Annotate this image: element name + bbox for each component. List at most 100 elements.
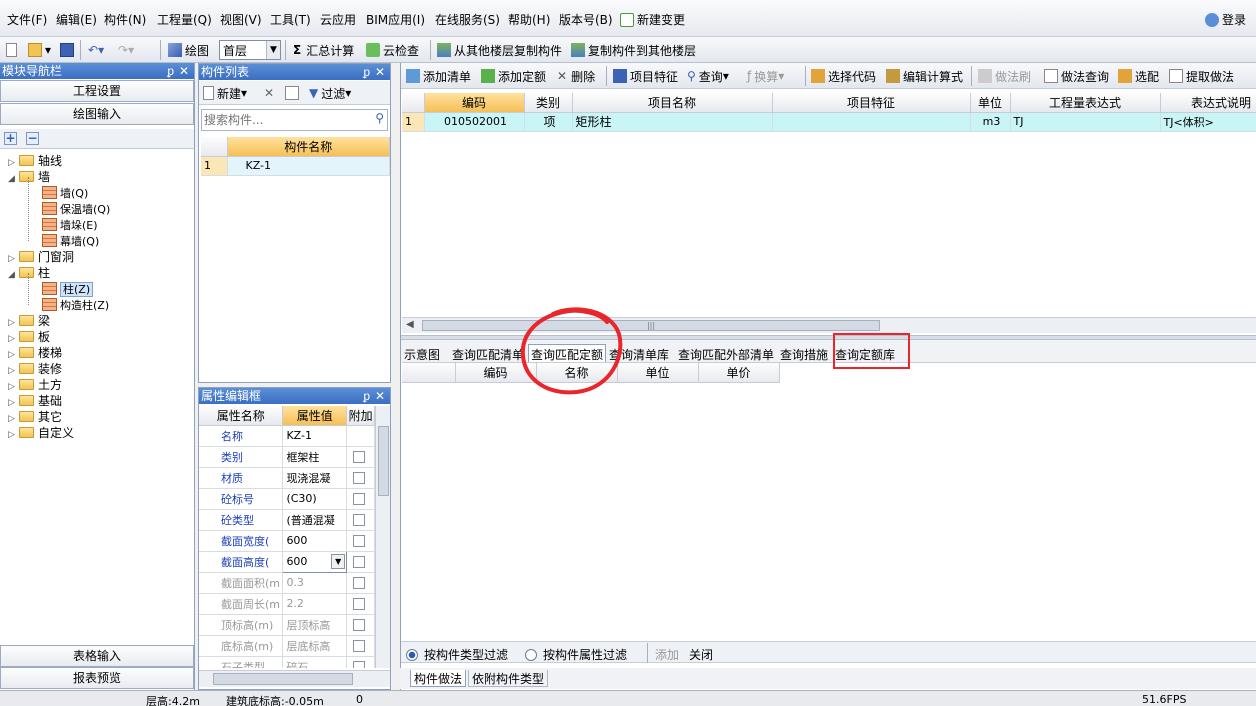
- menu-component[interactable]: 构件(N): [104, 11, 146, 28]
- header-expression[interactable]: 工程量表达式: [1010, 93, 1161, 113]
- close-icon[interactable]: ✕: [375, 64, 385, 80]
- floor-select[interactable]: 首层 ▼: [219, 40, 281, 60]
- expanded-arrow-icon[interactable]: ◢: [8, 171, 16, 187]
- property-row[interactable]: 名称 KZ-1: [199, 425, 375, 447]
- drawing-input-button[interactable]: 绘图输入: [0, 103, 194, 125]
- pin-icon[interactable]: ᵱ: [363, 388, 370, 404]
- method-brush-button[interactable]: 做法刷: [978, 67, 1031, 85]
- property-scrollbar[interactable]: [375, 406, 390, 668]
- menu-edit[interactable]: 编辑(E): [56, 11, 97, 28]
- tree-item[interactable]: ▷ 门窗洞: [8, 249, 74, 265]
- property-value[interactable]: (C30): [282, 488, 348, 510]
- checkbox[interactable]: [353, 513, 366, 526]
- filter-button[interactable]: ▼ 过滤 ▾: [309, 84, 351, 102]
- table-row[interactable]: 1 KZ-1: [201, 156, 390, 176]
- property-hscrollbar[interactable]: [199, 670, 390, 687]
- menu-help[interactable]: 帮助(H): [508, 11, 550, 28]
- method-query-button[interactable]: 做法查询: [1044, 67, 1109, 85]
- header-unit[interactable]: 单位: [617, 363, 699, 383]
- search-icon[interactable]: ⚲: [375, 111, 384, 125]
- menu-tools[interactable]: 工具(T): [270, 11, 311, 28]
- tab-match-list[interactable]: 查询匹配清单: [452, 346, 524, 363]
- convert-button[interactable]: ƒ 换算 ▾: [747, 67, 784, 85]
- tree-item[interactable]: ▷ 自定义: [8, 425, 74, 441]
- property-row[interactable]: 顶标高(m) 层顶标高: [199, 614, 375, 636]
- property-value[interactable]: 碎石: [282, 656, 348, 668]
- checkbox[interactable]: [353, 471, 366, 484]
- cloud-check-button[interactable]: 云检查: [366, 41, 419, 59]
- checkbox[interactable]: [353, 534, 366, 547]
- draw-button[interactable]: 绘图: [168, 41, 209, 59]
- tree-item[interactable]: ▷ 基础: [8, 393, 62, 409]
- checkbox[interactable]: [353, 660, 366, 668]
- property-row[interactable]: 截面宽度(600: [199, 530, 375, 552]
- tab-match-external-list[interactable]: 查询匹配外部清单: [678, 346, 774, 363]
- hscroll-thumb[interactable]: |||: [422, 320, 880, 331]
- property-row[interactable]: 砼类型 (普通混凝: [199, 509, 375, 531]
- property-row[interactable]: 底标高(m) 层底标高: [199, 635, 375, 657]
- collapse-all-icon[interactable]: −: [26, 132, 39, 145]
- add-button[interactable]: 添加: [655, 646, 679, 663]
- checkbox[interactable]: [353, 597, 366, 610]
- tab-component-method[interactable]: 构件做法: [410, 670, 467, 687]
- scroll-thumb[interactable]: [378, 426, 389, 496]
- header-unit[interactable]: 单位: [970, 93, 1011, 113]
- tree-item[interactable]: 保温墙(Q): [42, 201, 110, 217]
- property-row[interactable]: 材质 现浇混凝: [199, 467, 375, 489]
- header-category[interactable]: 类别: [524, 93, 573, 113]
- tree-item[interactable]: ▷ 其它: [8, 409, 62, 425]
- menu-file[interactable]: 文件(F): [7, 11, 47, 28]
- sum-calc-button[interactable]: Σ 汇总计算: [293, 41, 354, 59]
- report-preview-button[interactable]: 报表预览: [0, 667, 194, 689]
- tree-item[interactable]: 构造柱(Z): [42, 297, 109, 313]
- tree-item[interactable]: ◢ 柱: [8, 265, 50, 281]
- property-value[interactable]: 2.2: [282, 593, 348, 615]
- property-value[interactable]: 层顶标高: [282, 614, 348, 636]
- component-name-header[interactable]: 构件名称: [227, 137, 390, 157]
- property-value[interactable]: 现浇混凝: [282, 467, 348, 489]
- property-row[interactable]: 截面面积(m 0.3: [199, 572, 375, 594]
- query-button[interactable]: ⚲ 查询 ▾: [687, 67, 729, 85]
- table-row[interactable]: 1 010502001 项 矩形柱 m3 TJ TJ<体积>: [402, 112, 1256, 132]
- tab-attached-type[interactable]: 依附构件类型: [468, 670, 549, 687]
- property-row[interactable]: 石子类型 碎石: [199, 656, 375, 668]
- pin-icon[interactable]: ᵱ: [363, 64, 370, 80]
- expanded-arrow-icon[interactable]: ◢: [8, 267, 16, 283]
- property-value[interactable]: 600 ▼: [282, 550, 348, 573]
- pin-icon[interactable]: ᵱ: [167, 63, 174, 79]
- item-feature-button[interactable]: 项目特征: [613, 67, 678, 85]
- property-value[interactable]: 层底标高: [282, 635, 348, 657]
- tree-item[interactable]: 墙(Q): [42, 185, 88, 201]
- scroll-left-icon[interactable]: ◀: [406, 319, 414, 330]
- expand-all-icon[interactable]: +: [4, 132, 17, 145]
- header-item-feature[interactable]: 项目特征: [772, 93, 971, 113]
- property-row[interactable]: 类别 框架柱: [199, 446, 375, 468]
- header-price[interactable]: 单价: [698, 363, 780, 383]
- property-value[interactable]: 0.3: [282, 572, 348, 594]
- filter-by-type-radio[interactable]: 按构件类型过滤: [406, 646, 508, 663]
- tree-item[interactable]: ▷ 轴线: [8, 153, 62, 169]
- close-icon[interactable]: ✕: [375, 388, 385, 404]
- redo-button[interactable]: ↷ ▾: [118, 41, 134, 59]
- add-list-button[interactable]: 添加清单: [406, 67, 471, 85]
- property-row[interactable]: 截面周长(m 2.2: [199, 593, 375, 615]
- select-pick-button[interactable]: 选配: [1118, 67, 1159, 85]
- tab-measures[interactable]: 查询措施: [780, 346, 828, 363]
- tab-diagram[interactable]: 示意图: [404, 346, 440, 363]
- header-code[interactable]: 编码: [424, 93, 525, 113]
- select-code-button[interactable]: 选择代码: [811, 67, 876, 85]
- delete-button[interactable]: ✕ 删除: [557, 67, 595, 85]
- hscroll-thumb[interactable]: [213, 673, 353, 685]
- tree-item[interactable]: 柱(Z): [42, 281, 94, 297]
- tree-item[interactable]: ▷ 板: [8, 329, 50, 345]
- tree-item[interactable]: ◢ 墙: [8, 169, 50, 185]
- property-value[interactable]: 框架柱: [282, 446, 348, 468]
- menu-view[interactable]: 视图(V): [220, 11, 262, 28]
- tree-item[interactable]: ▷ 土方: [8, 377, 62, 393]
- menu-bim[interactable]: BIM应用(I): [366, 11, 425, 28]
- undo-button[interactable]: ↶ ▾: [88, 41, 104, 59]
- tree-item[interactable]: ▷ 楼梯: [8, 345, 62, 361]
- search-input[interactable]: [204, 111, 364, 129]
- property-row[interactable]: 截面高度(600 ▼: [199, 550, 375, 573]
- menu-version[interactable]: 版本号(B): [559, 11, 613, 28]
